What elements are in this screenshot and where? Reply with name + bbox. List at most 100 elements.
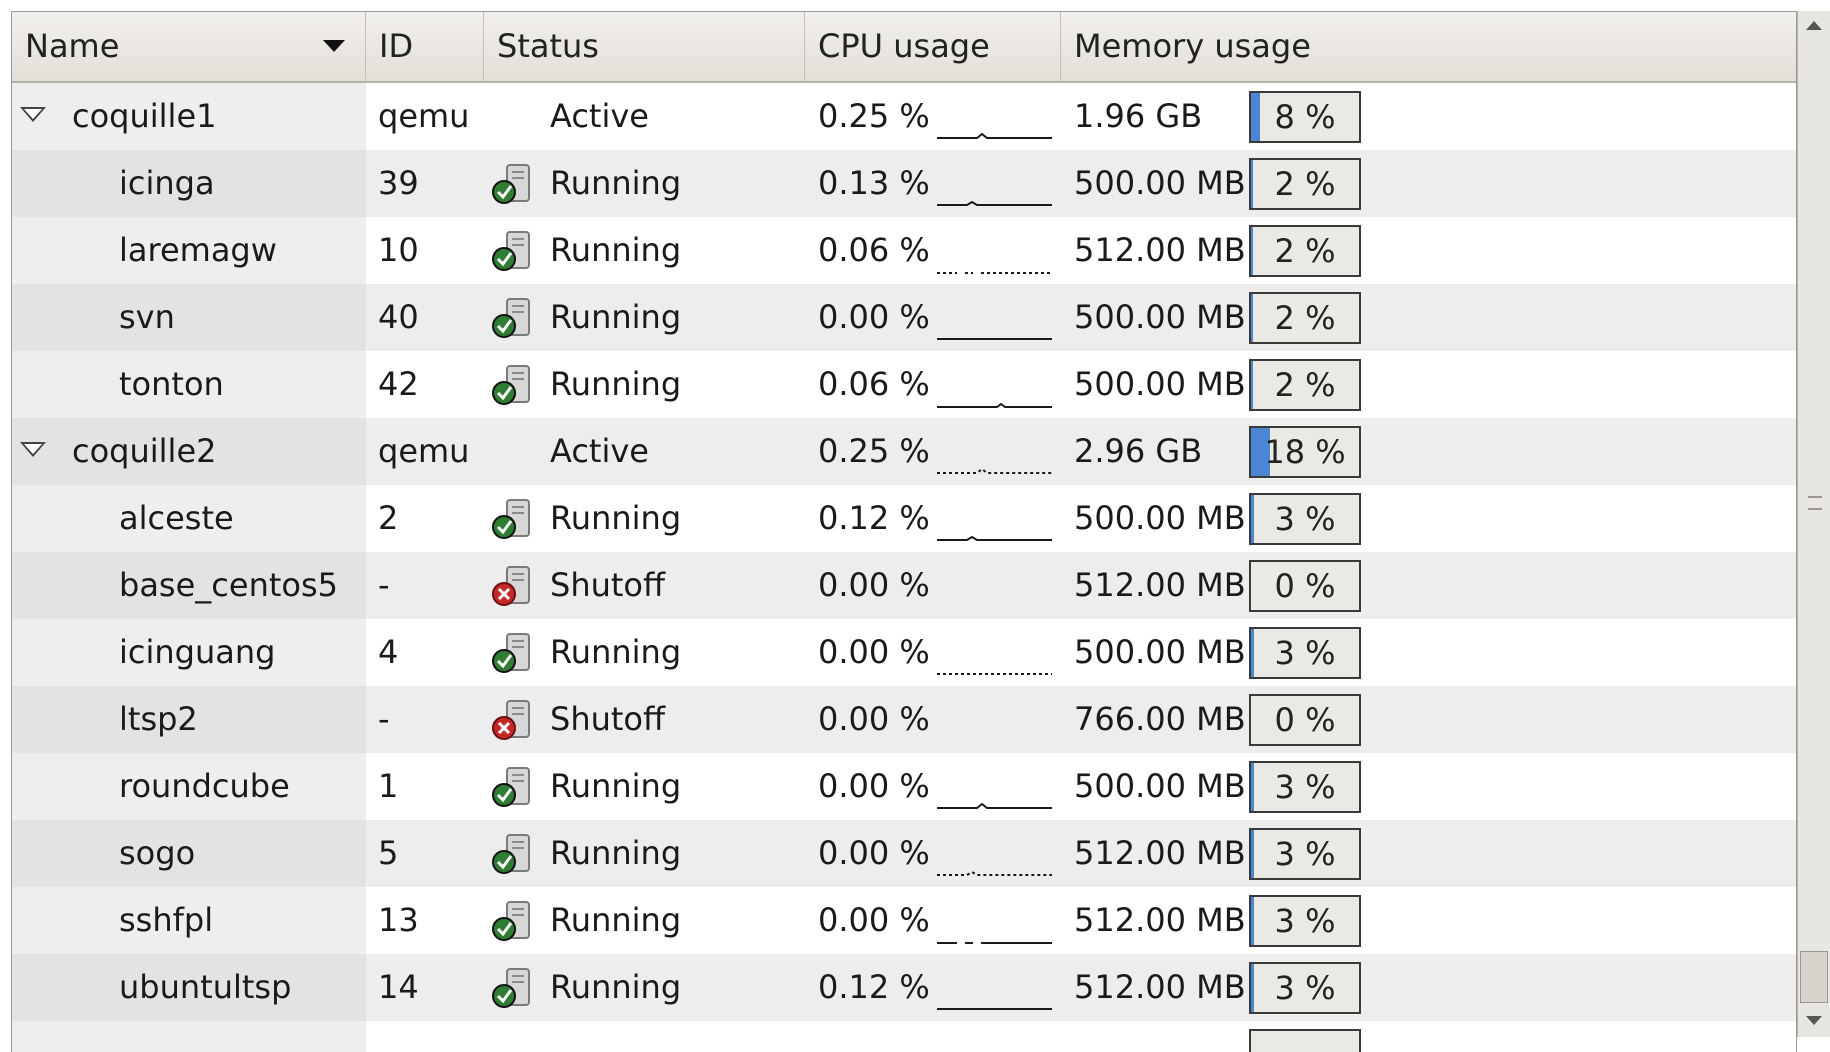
memory-usage-percent: 3 % — [1274, 500, 1336, 538]
row-cpu-usage: 0.00 % — [818, 298, 930, 336]
vm-row[interactable]: svn 40 Running 0.00 % 500.00 MB 2 % — [12, 284, 1796, 351]
vm-row[interactable]: roundcube 1 Running 0.00 % 500.00 MB 3 % — [12, 753, 1796, 820]
vm-row[interactable]: laremagw 10 Running 0.06 % 512.00 MB 2 % — [12, 217, 1796, 284]
memory-usage-bar: 0 % — [1249, 694, 1361, 746]
row-status: Running — [550, 968, 682, 1006]
memory-usage-bar — [1249, 1029, 1361, 1052]
vm-row[interactable]: tonton 42 Running 0.06 % 500.00 MB 2 % — [12, 351, 1796, 418]
memory-usage-bar: 2 % — [1249, 359, 1361, 411]
sort-descending-icon — [323, 40, 345, 52]
vm-row[interactable]: sshfpl 13 Running 0.00 % 512.00 MB 3 % — [12, 887, 1796, 954]
vm-row[interactable]: ubuntultsp 14 Running 0.12 % 512.00 MB 3 % — [12, 954, 1796, 1021]
running-icon — [492, 231, 530, 271]
row-memory: 500.00 MB — [1074, 365, 1246, 403]
running-icon — [492, 298, 530, 338]
row-id: 13 — [378, 901, 419, 939]
memory-usage-percent: 3 % — [1274, 835, 1336, 873]
column-label: Status — [497, 27, 599, 65]
column-label: Memory usage — [1074, 27, 1311, 65]
row-name: sshfpl — [119, 901, 214, 939]
row-name: roundcube — [119, 767, 290, 805]
memory-usage-percent: 2 % — [1274, 366, 1336, 404]
memory-usage-bar: 3 % — [1249, 761, 1361, 813]
cpu-sparkline — [937, 942, 1052, 944]
column-label: ID — [379, 27, 414, 65]
row-cpu-usage: 0.13 % — [818, 164, 930, 202]
memory-usage-percent: 3 % — [1274, 902, 1336, 940]
column-header-memory-usage[interactable]: Memory usage — [1061, 12, 1796, 81]
cpu-sparkline — [937, 673, 1052, 675]
row-status: Shutoff — [550, 700, 666, 738]
vm-row[interactable]: icinga 39 Running 0.13 % 500.00 MB 2 % — [12, 150, 1796, 217]
host-row[interactable]: coquille2 qemu Active 0.25 % 2.96 GB 18 % — [12, 418, 1796, 485]
expander-triangle-icon[interactable] — [20, 442, 46, 457]
memory-usage-percent: 3 % — [1274, 969, 1336, 1007]
cpu-sparkline — [937, 200, 1052, 206]
row-name: icinguang — [119, 633, 276, 671]
row-cpu-usage: 0.00 % — [818, 633, 930, 671]
shutoff-icon — [492, 700, 530, 740]
row-memory: 500.00 MB — [1074, 767, 1246, 805]
memory-usage-bar: 2 % — [1249, 158, 1361, 210]
cpu-sparkline — [937, 467, 1052, 474]
memory-usage-bar: 3 % — [1249, 895, 1361, 947]
scrollbar-thumb[interactable] — [1800, 951, 1828, 1003]
row-id: 10 — [378, 231, 419, 269]
vm-row[interactable]: base_centos5 - Shutoff 0.00 % 512.00 MB 0 % — [12, 552, 1796, 619]
vm-row[interactable]: alceste 2 Running 0.12 % 500.00 MB 3 % — [12, 485, 1796, 552]
vertical-scrollbar[interactable] — [1797, 11, 1830, 1037]
column-label: CPU usage — [818, 27, 990, 65]
row-id: 39 — [378, 164, 419, 202]
vm-row[interactable]: sogo 5 Running 0.00 % 512.00 MB 3 % — [12, 820, 1796, 887]
column-header-cpu-usage[interactable]: CPU usage — [805, 12, 1061, 81]
vm-row[interactable]: ltsp2 - Shutoff 0.00 % 766.00 MB 0 % — [12, 686, 1796, 753]
row-name: ubuntultsp — [119, 968, 292, 1006]
running-icon — [492, 499, 530, 539]
row-name: laremagw — [119, 231, 277, 269]
row-memory: 500.00 MB — [1074, 499, 1246, 537]
row-status: Running — [550, 164, 682, 202]
column-header-status[interactable]: Status — [484, 12, 805, 81]
memory-usage-percent: 3 % — [1274, 634, 1336, 672]
row-id: 5 — [378, 834, 399, 872]
cpu-sparkline — [937, 272, 1052, 274]
row-name: base_centos5 — [119, 566, 338, 604]
memory-usage-bar: 18 % — [1249, 426, 1361, 478]
cpu-sparkline — [937, 870, 1052, 876]
row-status: Running — [550, 231, 682, 269]
row-id: 42 — [378, 365, 419, 403]
row-cpu-usage: 0.00 % — [818, 834, 930, 872]
column-header-name[interactable]: Name — [12, 12, 366, 81]
vm-list-table: Name ID Status CPU usage Memory usage co… — [11, 11, 1797, 1052]
memory-usage-percent: 3 % — [1274, 768, 1336, 806]
host-row[interactable]: coquille1 qemu Active 0.25 % 1.96 GB 8 % — [12, 83, 1796, 150]
column-label: Name — [25, 27, 120, 65]
row-name: tonton — [119, 365, 224, 403]
row-status: Running — [550, 365, 682, 403]
running-icon — [492, 834, 530, 874]
row-cpu-usage: 0.06 % — [818, 231, 930, 269]
row-memory: 2.96 GB — [1074, 432, 1203, 470]
row-cpu-usage: 0.25 % — [818, 97, 930, 135]
scroll-down-arrow-icon[interactable] — [1806, 1016, 1822, 1025]
running-icon — [492, 633, 530, 673]
memory-usage-bar: 3 % — [1249, 627, 1361, 679]
memory-usage-percent: 18 % — [1264, 433, 1346, 471]
expander-triangle-icon[interactable] — [20, 107, 46, 122]
memory-usage-percent: 2 % — [1274, 165, 1336, 203]
row-name: ltsp2 — [119, 700, 198, 738]
row-id: qemu — [378, 432, 470, 470]
row-memory: 512.00 MB — [1074, 834, 1246, 872]
row-status: Running — [550, 499, 682, 537]
memory-usage-bar: 2 % — [1249, 292, 1361, 344]
vm-row[interactable]: icinguang 4 Running 0.00 % 500.00 MB 3 % — [12, 619, 1796, 686]
shutoff-icon — [492, 566, 530, 606]
column-header-id[interactable]: ID — [366, 12, 484, 81]
name-cell — [12, 284, 366, 351]
row-id: qemu — [378, 97, 470, 135]
memory-usage-bar: 3 % — [1249, 493, 1361, 545]
row-status: Running — [550, 298, 682, 336]
table-header: Name ID Status CPU usage Memory usage — [12, 12, 1796, 83]
row-id: 14 — [378, 968, 419, 1006]
scroll-up-arrow-icon[interactable] — [1806, 21, 1822, 30]
